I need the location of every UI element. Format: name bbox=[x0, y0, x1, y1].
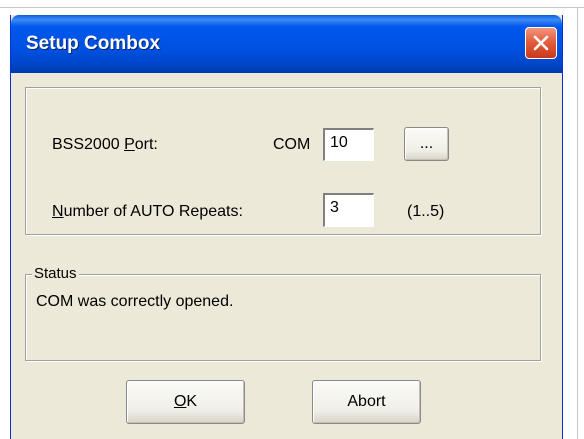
abort-button[interactable]: Abort bbox=[312, 380, 421, 424]
port-number-input[interactable]: 10 bbox=[323, 128, 374, 161]
screenshot-border-right bbox=[577, 7, 578, 439]
com-label: COM bbox=[273, 136, 311, 153]
status-message: COM was correctly opened. bbox=[36, 293, 234, 310]
close-button[interactable] bbox=[525, 27, 557, 59]
screenshot-border-top bbox=[0, 7, 584, 8]
repeats-input[interactable]: 3 bbox=[323, 193, 374, 227]
dialog-body: BSS2000 Port: COM 10 ... Number of AUTO … bbox=[11, 73, 562, 439]
title-bar[interactable]: Setup Combox bbox=[11, 15, 562, 73]
status-legend: Status bbox=[32, 265, 79, 282]
status-group bbox=[25, 274, 541, 361]
setup-combox-dialog: Setup Combox BSS2000 Port: COM 10 ... Nu… bbox=[10, 15, 563, 439]
port-label: BSS2000 Port: bbox=[52, 136, 158, 153]
repeats-label: Number of AUTO Repeats: bbox=[52, 203, 243, 220]
repeats-range-hint: (1..5) bbox=[407, 203, 445, 220]
window-title: Setup Combox bbox=[26, 33, 161, 54]
close-icon bbox=[533, 35, 549, 51]
ok-button[interactable]: OK bbox=[126, 380, 245, 424]
browse-button[interactable]: ... bbox=[404, 127, 449, 161]
